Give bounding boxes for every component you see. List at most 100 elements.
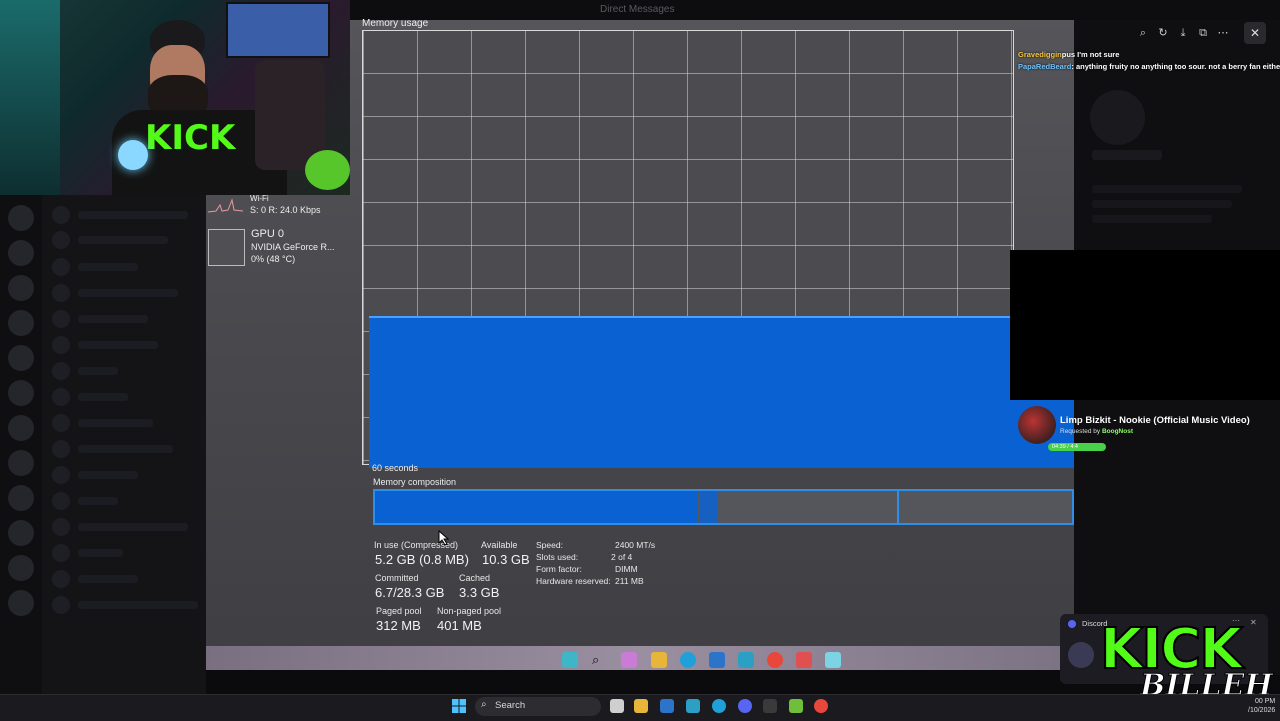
webcam-shirt-logo: KICK <box>145 118 236 158</box>
photo-app-icon <box>796 652 812 668</box>
server-icon[interactable] <box>8 450 34 476</box>
taskbar-search[interactable] <box>475 697 601 716</box>
server-icon[interactable] <box>8 590 34 616</box>
search-icon: ⌕ <box>481 699 487 710</box>
gpu-model: NVIDIA GeForce R... <box>251 242 335 252</box>
dm-list-item[interactable] <box>52 440 192 458</box>
dm-list-item[interactable] <box>52 544 192 562</box>
requester-name: BoogNost <box>1101 428 1133 435</box>
avatar <box>1068 642 1094 668</box>
gpu-thumbnail[interactable] <box>208 229 245 266</box>
chat-text: pus I'm not sure <box>1061 50 1120 59</box>
server-icon[interactable] <box>8 240 34 266</box>
dm-list-item[interactable] <box>52 570 192 588</box>
wifi-label: Wi-Fi <box>250 194 269 203</box>
dm-list-item[interactable] <box>52 336 192 354</box>
download-icon[interactable]: ⤓ <box>1174 22 1192 44</box>
slots-label: Slots used: <box>536 552 579 562</box>
notif-close-icon[interactable]: ✕ <box>1250 618 1257 627</box>
dm-list-item[interactable] <box>52 362 192 380</box>
dm-list-item[interactable] <box>52 414 192 432</box>
edge-icon[interactable] <box>712 699 726 713</box>
dm-list-item[interactable] <box>52 518 192 536</box>
speed-label: Speed: <box>536 540 563 550</box>
slots-value: 2 of 4 <box>611 552 633 562</box>
open-external-icon[interactable]: ⧉ <box>1194 22 1212 44</box>
rotate-icon[interactable]: ↻ <box>1154 22 1172 44</box>
server-icon[interactable] <box>8 380 34 406</box>
chat-message: Gravedigginpus I'm not sure <box>1018 50 1119 59</box>
server-icon[interactable] <box>8 555 34 581</box>
composition-standby-divider <box>897 491 899 523</box>
cached-value: 3.3 GB <box>459 585 500 600</box>
time-span-label: 60 seconds <box>372 463 419 473</box>
memory-usage-title: Memory usage <box>362 18 429 29</box>
store-icon[interactable] <box>660 699 674 713</box>
chat-user: PapaRedBeard <box>1018 62 1072 71</box>
server-icon[interactable] <box>8 485 34 511</box>
system-clock[interactable]: 00 PM /10/2026 <box>1248 697 1275 715</box>
hardware-reserved-value: 211 MB <box>615 576 644 586</box>
chat-user: Gravediggin <box>1018 50 1062 59</box>
song-title: Limp Bizkit - Nookie (Official Music Vid… <box>1060 415 1250 426</box>
zoom-icon[interactable]: ⌕ <box>1134 22 1152 44</box>
memory-composition-label: Memory composition <box>373 477 457 487</box>
dm-list-item[interactable] <box>52 284 192 302</box>
app-icon[interactable] <box>789 699 803 713</box>
server-icon[interactable] <box>8 415 34 441</box>
server-rail <box>0 195 42 695</box>
dm-list-item[interactable] <box>52 231 192 249</box>
committed-label: Committed <box>375 573 419 583</box>
file-explorer-icon[interactable] <box>634 699 648 713</box>
dm-list-item[interactable] <box>52 492 192 510</box>
photo-folder-icon <box>651 652 667 668</box>
clock-date: /10/2026 <box>1248 707 1276 714</box>
discord-icon <box>1068 620 1076 628</box>
window-title: Direct Messages <box>600 4 675 15</box>
server-icon[interactable] <box>8 520 34 546</box>
dm-list-item[interactable] <box>52 596 198 614</box>
server-icon[interactable] <box>8 345 34 371</box>
search-placeholder: Search <box>495 700 526 711</box>
discord-taskbar-icon[interactable] <box>738 699 752 713</box>
composition-in-use <box>375 491 698 523</box>
nonpaged-pool-value: 401 MB <box>437 618 482 633</box>
photo-copilot-icon <box>621 652 637 668</box>
close-button[interactable]: ✕ <box>1244 22 1266 44</box>
paged-pool-label: Paged pool <box>376 606 422 616</box>
form-factor-label: Form factor: <box>536 564 582 574</box>
memory-usage-fill <box>369 316 1074 468</box>
dm-list-item[interactable] <box>52 258 192 276</box>
chat-message: PapaRedBeard: anything fruity no anythin… <box>1018 62 1280 71</box>
mail-icon[interactable] <box>686 699 700 713</box>
song-thumbnail <box>1018 406 1056 444</box>
dm-list-item[interactable] <box>52 310 192 328</box>
task-view-icon[interactable] <box>610 699 624 713</box>
wifi-stats: S: 0 R: 24.0 Kbps <box>250 205 321 215</box>
wifi-graph <box>208 198 243 213</box>
xbox-icon[interactable] <box>763 699 777 713</box>
server-icon[interactable] <box>8 310 34 336</box>
windows-start-icon[interactable] <box>452 699 466 713</box>
requested-prefix: Requested by <box>1060 428 1101 435</box>
dm-list-item[interactable] <box>52 388 192 406</box>
in-use-value: 5.2 GB (0.8 MB) <box>375 552 469 567</box>
server-icon[interactable] <box>8 275 34 301</box>
available-value: 10.3 GB <box>482 552 530 567</box>
dm-list-item[interactable] <box>52 466 192 484</box>
mouse-cursor-icon <box>438 530 450 546</box>
gpu-name: GPU 0 <box>251 228 285 240</box>
available-label: Available <box>481 540 518 550</box>
photo-store-icon <box>709 652 725 668</box>
clock-time: 00 PM <box>1255 698 1276 705</box>
composition-modified <box>700 491 717 523</box>
photo-edge-icon <box>680 652 696 668</box>
dm-list-item[interactable] <box>52 206 192 224</box>
gpu-usage: 0% (48 °C) <box>251 254 296 264</box>
photo-taskbar-strip <box>206 646 1074 670</box>
more-icon[interactable]: ⋯ <box>1214 22 1232 44</box>
server-icon[interactable] <box>8 205 34 231</box>
chrome-icon[interactable] <box>814 699 828 713</box>
song-requested-by: Requested by BoogNost <box>1060 428 1133 435</box>
chat-text: : anything fruity no anything too sour. … <box>1071 62 1280 71</box>
